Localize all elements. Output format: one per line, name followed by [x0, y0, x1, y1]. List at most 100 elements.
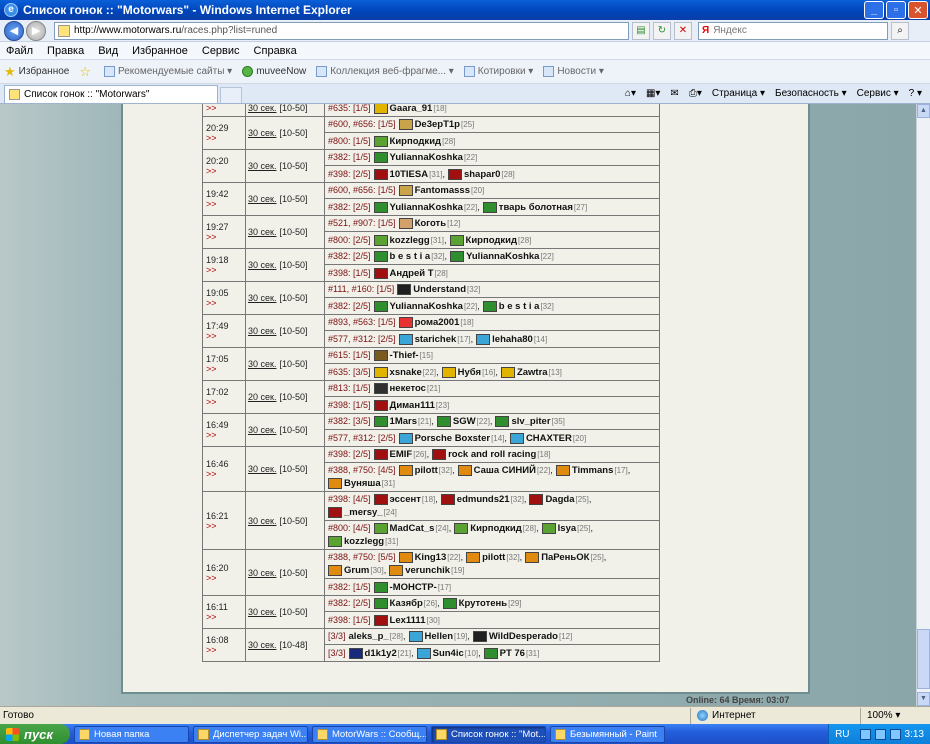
- forward-button[interactable]: ▶: [26, 20, 46, 41]
- racer-name[interactable]: slv_piter: [511, 415, 550, 428]
- race-details-link[interactable]: >>: [206, 645, 245, 655]
- racer-name[interactable]: Hellen: [425, 630, 454, 643]
- racer-name[interactable]: shapar0: [464, 168, 500, 181]
- back-button[interactable]: ◀: [4, 20, 24, 41]
- menu-help[interactable]: Справка: [254, 45, 297, 57]
- racer-name[interactable]: Коготь: [415, 217, 447, 230]
- racer-name[interactable]: YuliannaKoshka: [390, 201, 463, 214]
- racer-name[interactable]: некетос: [390, 382, 426, 395]
- race-duration[interactable]: 30 сек.: [248, 326, 276, 336]
- racer-name[interactable]: Zawtra: [517, 366, 548, 379]
- race-duration[interactable]: 30 сек.: [248, 104, 276, 113]
- add-favorite-icon[interactable]: ☆: [79, 64, 94, 80]
- racer-name[interactable]: De3epT1p: [415, 118, 460, 131]
- menu-edit[interactable]: Правка: [47, 45, 84, 57]
- search-input[interactable]: Я Яндекс: [698, 21, 888, 40]
- race-details-link[interactable]: >>: [206, 397, 245, 407]
- racer-name[interactable]: Fantomasss: [415, 184, 470, 197]
- cmd-page[interactable]: Страница ▾: [712, 88, 765, 99]
- race-details-link[interactable]: >>: [206, 133, 245, 143]
- racer-name[interactable]: edmunds21: [457, 493, 510, 506]
- feeds-icon[interactable]: ▦▾: [646, 88, 660, 99]
- zoom-control[interactable]: 100% ▾: [860, 707, 930, 724]
- racer-name[interactable]: xsnake: [390, 366, 422, 379]
- racer-name[interactable]: verunchik: [405, 564, 450, 577]
- racer-name[interactable]: Саша СИНИЙ: [474, 464, 536, 477]
- race-duration[interactable]: 30 сек.: [248, 227, 276, 237]
- race-details-link[interactable]: >>: [206, 331, 245, 341]
- cmd-safety[interactable]: Безопасность ▾: [775, 88, 847, 99]
- race-duration[interactable]: 30 сек.: [248, 293, 276, 303]
- scroll-thumb[interactable]: [917, 629, 930, 689]
- racer-name[interactable]: starichek: [415, 333, 457, 346]
- fav-muveenow[interactable]: muveeNow: [242, 66, 306, 77]
- racer-name[interactable]: Казябр: [390, 597, 423, 610]
- racer-name[interactable]: Sun4ic: [433, 647, 464, 660]
- race-duration[interactable]: 30 сек.: [248, 464, 276, 474]
- tray-icon[interactable]: [889, 728, 901, 740]
- racer-name[interactable]: rock and roll racing: [448, 448, 536, 461]
- racer-name[interactable]: Gaara_91: [390, 104, 433, 115]
- racer-name[interactable]: Крутотень: [459, 597, 507, 610]
- racer-name[interactable]: aleks_p_: [349, 630, 389, 643]
- taskbar-item-paint[interactable]: Безымянный - Paint: [550, 725, 665, 743]
- racer-name[interactable]: PT 76: [500, 647, 525, 660]
- racer-name[interactable]: CHAXTER: [526, 432, 572, 445]
- racer-name[interactable]: 1Mars: [390, 415, 417, 428]
- start-button[interactable]: пуск: [0, 724, 70, 744]
- race-details-link[interactable]: >>: [206, 298, 245, 308]
- racer-name[interactable]: b e s t i a: [499, 300, 540, 313]
- race-duration[interactable]: 30 сек.: [248, 516, 276, 526]
- close-button[interactable]: ✕: [908, 1, 928, 19]
- mail-icon[interactable]: ✉: [670, 88, 678, 99]
- racer-name[interactable]: YuliannaKoshka: [390, 151, 463, 164]
- racer-name[interactable]: Кирподкид: [470, 522, 522, 535]
- scroll-down-icon[interactable]: ▼: [917, 692, 930, 706]
- scroll-up-icon[interactable]: ▲: [917, 104, 930, 118]
- racer-name[interactable]: -Thief-: [390, 349, 419, 362]
- fav-suggested-sites[interactable]: Рекомендуемые сайты ▾: [104, 66, 232, 77]
- racer-name[interactable]: YuliannaKoshka: [466, 250, 539, 263]
- racer-name[interactable]: d1k1y2: [365, 647, 397, 660]
- race-duration[interactable]: 20 сек.: [248, 392, 276, 402]
- stop-icon[interactable]: ✕: [674, 21, 692, 40]
- race-duration[interactable]: 30 сек.: [248, 607, 276, 617]
- fav-quotes[interactable]: Котировки ▾: [463, 66, 533, 77]
- racer-name[interactable]: Кирподкид: [390, 135, 442, 148]
- racer-name[interactable]: ПаРеньОК: [541, 551, 589, 564]
- refresh-icon[interactable]: ↻: [653, 21, 671, 40]
- racer-name[interactable]: _mersy_: [344, 506, 383, 519]
- fav-news[interactable]: Новости ▾: [543, 66, 604, 77]
- maximize-button[interactable]: ▫: [886, 1, 906, 19]
- taskbar-item-folder[interactable]: Новая папка: [74, 725, 189, 743]
- racer-name[interactable]: Вуняша: [344, 477, 381, 490]
- race-details-link[interactable]: >>: [206, 612, 245, 622]
- menu-tools[interactable]: Сервис: [202, 45, 240, 57]
- menu-view[interactable]: Вид: [98, 45, 118, 57]
- racer-name[interactable]: SGW: [453, 415, 476, 428]
- race-details-link[interactable]: >>: [206, 430, 245, 440]
- racer-name[interactable]: Кирподкид: [466, 234, 518, 247]
- racer-name[interactable]: kozzlegg: [344, 535, 384, 548]
- racer-name[interactable]: 10TIESA: [390, 168, 429, 181]
- racer-name[interactable]: WildDesperado: [489, 630, 558, 643]
- race-details-link[interactable]: >>: [206, 573, 245, 583]
- racer-name[interactable]: Нубя: [458, 366, 481, 379]
- search-go-icon[interactable]: ⌕: [891, 21, 909, 40]
- racer-name[interactable]: Диман111: [390, 399, 435, 412]
- race-details-link[interactable]: >>: [206, 364, 245, 374]
- tray-icon[interactable]: [874, 728, 886, 740]
- race-details-link[interactable]: >>: [206, 232, 245, 242]
- racer-name[interactable]: MadCat_s: [390, 522, 435, 535]
- racer-name[interactable]: b e s t i a: [390, 250, 431, 263]
- language-indicator[interactable]: RU: [835, 729, 849, 740]
- taskbar-item-races[interactable]: Список гонок :: "Mot...: [431, 725, 546, 743]
- racer-name[interactable]: King13: [415, 551, 447, 564]
- race-duration[interactable]: 30 сек.: [248, 640, 276, 650]
- taskbar-item-motorwars-forum[interactable]: MotorWars :: Сообщ...: [312, 725, 427, 743]
- racer-name[interactable]: YuliannaKoshka: [390, 300, 463, 313]
- compat-view-icon[interactable]: ▤: [632, 21, 650, 40]
- race-duration[interactable]: 30 сек.: [248, 161, 276, 171]
- print-icon[interactable]: ⎙▾: [689, 88, 702, 99]
- tab-races[interactable]: Список гонок :: "Motorwars": [4, 85, 218, 103]
